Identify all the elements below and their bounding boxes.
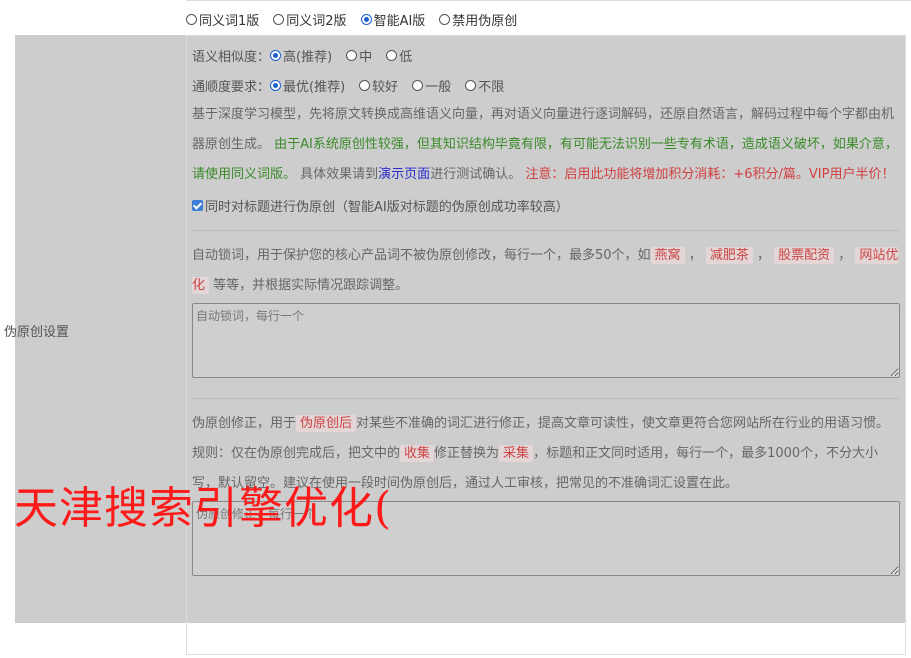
lock-word-tag: 股票配资: [774, 247, 835, 264]
section-label: 伪原创设置: [4, 325, 70, 340]
fluency-option-any[interactable]: 不限: [465, 76, 504, 95]
mode-option-synonym2[interactable]: 同义词2版: [273, 10, 347, 29]
checkbox-checked-icon[interactable]: [192, 199, 203, 211]
title-checkbox-row[interactable]: 同时对标题进行伪原创（智能AI版对标题的伪原创成功率较高）: [192, 190, 902, 220]
mode-options: 同义词1版 同义词2版 智能AI版 禁用伪原创: [186, 10, 517, 29]
radio-selected-icon[interactable]: [270, 79, 282, 91]
ai-description: 基于深度学习模型，先将原文转换成高维语义向量，再对语义向量进行逐词解码，还原自然…: [192, 107, 898, 182]
mode-option-disable[interactable]: 禁用伪原创: [439, 10, 517, 29]
lock-word-tag: 减肥茶: [705, 247, 753, 264]
demo-page-link[interactable]: 演示页面: [378, 167, 430, 182]
mode-option-ai[interactable]: 智能AI版: [360, 10, 425, 29]
radio-icon[interactable]: [273, 14, 285, 25]
correction-tag: 伪原创后: [296, 415, 357, 432]
similarity-option-low[interactable]: 低: [386, 46, 412, 65]
radio-icon[interactable]: [186, 14, 197, 25]
mode-bar: 同义词1版 同义词2版 智能AI版 禁用伪原创: [186, 0, 911, 36]
mode-option-synonym1[interactable]: 同义词1版: [186, 10, 259, 29]
lock-words-input[interactable]: [192, 303, 900, 378]
fluency-label: 通顺度要求：: [192, 79, 271, 95]
watermark-overlay: 天津搜索引擎优化(: [14, 483, 393, 534]
lock-word-tag: 燕窝: [650, 247, 685, 264]
fluency-option-best[interactable]: 最优(推荐): [270, 76, 345, 95]
radio-icon[interactable]: [386, 49, 398, 61]
lock-words-description: 自动锁词，用于保护您的核心产品词不被伪原创修改，每行一个，最多50个，如 燕窝 ，…: [192, 247, 899, 294]
divider: [192, 230, 899, 231]
similarity-label: 语义相似度：: [192, 49, 271, 65]
correction-tag: 采集: [499, 445, 534, 462]
radio-selected-icon[interactable]: [270, 49, 282, 61]
fluency-row: 通顺度要求： 最优(推荐) 较好 一般 不限: [192, 70, 902, 100]
divider: [192, 398, 899, 399]
radio-icon[interactable]: [412, 79, 424, 91]
radio-icon[interactable]: [359, 79, 371, 91]
fluency-option-normal[interactable]: 一般: [412, 76, 451, 95]
fluency-option-good[interactable]: 较好: [359, 76, 398, 95]
similarity-option-mid[interactable]: 中: [346, 46, 372, 65]
radio-icon[interactable]: [346, 49, 358, 61]
radio-icon[interactable]: [465, 79, 477, 91]
title-checkbox-label: 同时对标题进行伪原创（智能AI版对标题的伪原创成功率较高）: [205, 199, 569, 215]
similarity-option-high[interactable]: 高(推荐): [270, 46, 332, 65]
correction-tag: 收集: [400, 445, 435, 462]
similarity-row: 语义相似度： 高(推荐) 中 低: [192, 40, 902, 70]
radio-icon[interactable]: [439, 14, 451, 25]
radio-selected-icon[interactable]: [360, 14, 372, 25]
